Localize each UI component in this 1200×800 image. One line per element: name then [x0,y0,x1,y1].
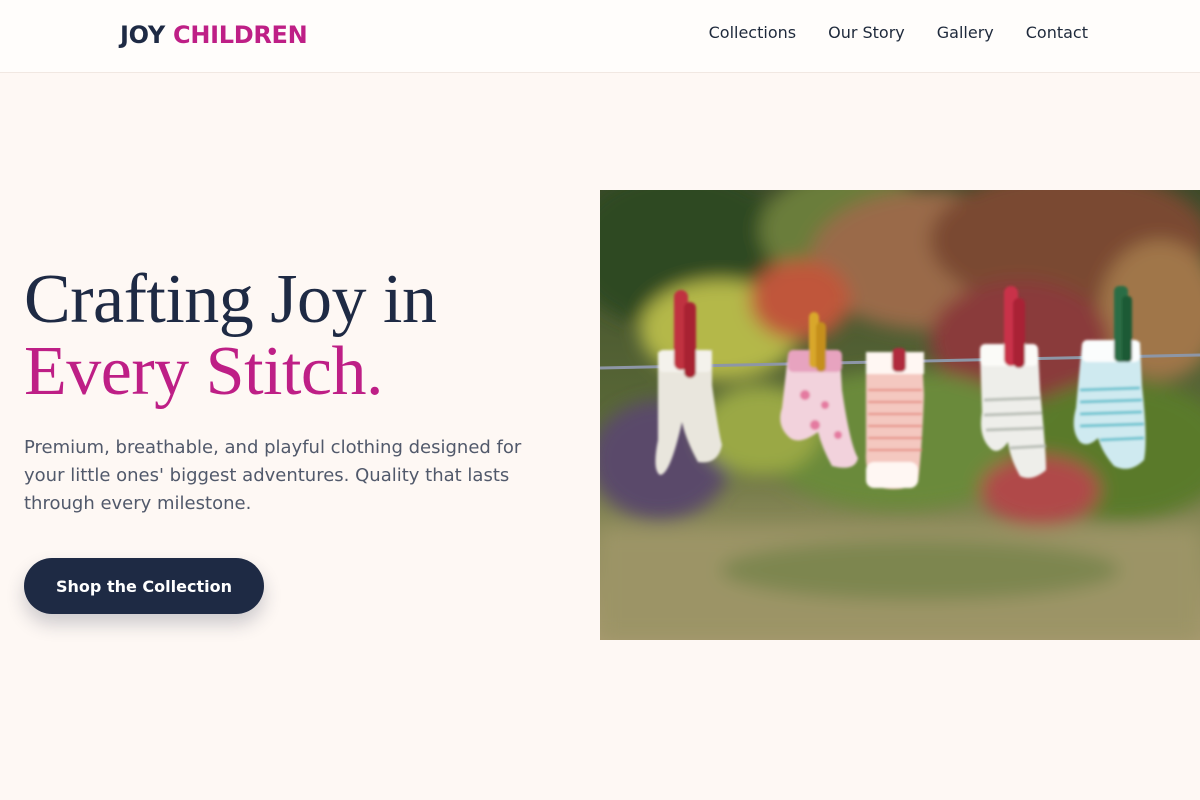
brand-name-part2: CHILDREN [173,21,308,49]
hero-title: Crafting Joy in Every Stitch. [24,261,437,410]
nav-link-collections[interactable]: Collections [709,22,796,44]
hero-image [600,190,1200,640]
socks-on-clothesline-image [600,190,1200,640]
shop-collection-button[interactable]: Shop the Collection [24,558,264,614]
brand-logo[interactable]: JOY CHILDREN [120,20,308,50]
hero-title-line2: Every Stitch. [24,333,383,410]
hero-title-line1: Crafting Joy in [24,261,437,338]
main-nav: Collections Our Story Gallery Contact [709,22,1088,44]
site-header: JOY CHILDREN Collections Our Story Galle… [0,0,1200,73]
nav-link-gallery[interactable]: Gallery [937,22,994,44]
brand-name-part1: JOY [120,21,165,49]
nav-link-contact[interactable]: Contact [1026,22,1088,44]
nav-link-our-story[interactable]: Our Story [828,22,905,44]
hero-description: Premium, breathable, and playful clothin… [24,437,522,514]
